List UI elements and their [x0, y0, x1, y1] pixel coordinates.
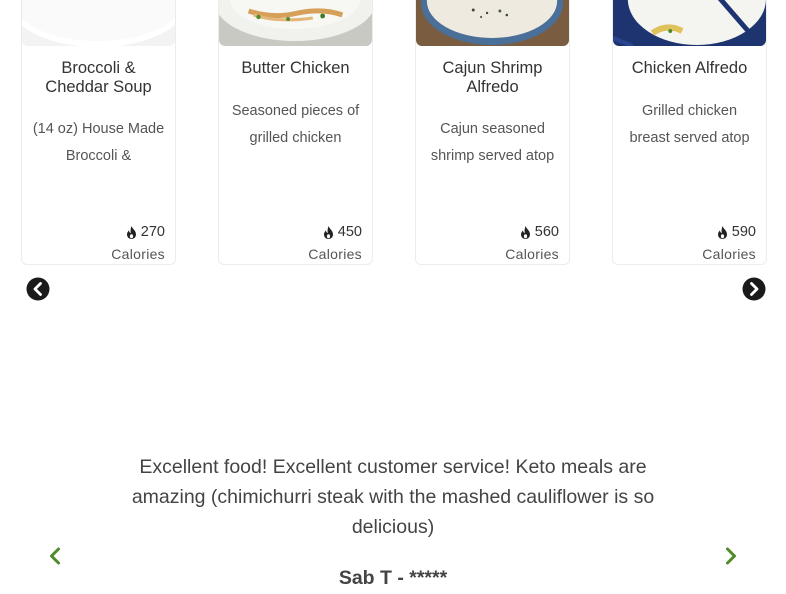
menu-item-description: (14 oz) House Made Broccoli & [32, 121, 165, 164]
calorie-value: 590 [731, 224, 756, 240]
menu-item-description: Seasoned pieces of grilled chicken [231, 103, 360, 146]
calorie-label: Calories [505, 246, 559, 262]
menu-card[interactable]: Chicken Alfredo Grilled chicken breast s… [612, 0, 767, 265]
menu-card[interactable]: Broccoli & Cheddar Soup (14 oz) House Ma… [21, 0, 176, 265]
calorie-value: 450 [337, 224, 362, 240]
calorie-count: 590 [717, 224, 756, 240]
calorie-label: Calories [111, 246, 165, 262]
calorie-count: 560 [520, 224, 559, 240]
food-image [416, 0, 569, 46]
calorie-count: 450 [323, 224, 362, 240]
flame-icon [717, 225, 727, 239]
calorie-label: Calories [308, 246, 362, 262]
menu-carousel: Broccoli & Cheddar Soup (14 oz) House Ma… [0, 0, 786, 270]
testimonial-author: Sab T - ***** [338, 567, 448, 589]
circle-chevron-right-icon [742, 277, 766, 301]
food-image [613, 0, 766, 46]
testimonial-text: Excellent food! Excellent customer servi… [131, 456, 655, 538]
menu-item-title: Cajun Shrimp Alfredo [442, 59, 543, 96]
circle-chevron-left-icon [26, 277, 50, 301]
testimonial-prev-button[interactable] [46, 544, 64, 568]
chevron-left-icon [50, 547, 60, 565]
menu-item-title: Chicken Alfredo [631, 59, 748, 77]
menu-item-description: Cajun seasoned shrimp served atop [430, 121, 555, 164]
menu-item-description: Grilled chicken breast served atop [629, 103, 750, 146]
menu-item-title: Butter Chicken [241, 59, 350, 77]
carousel-prev-button[interactable] [26, 277, 50, 301]
food-image [219, 0, 372, 46]
calorie-value: 560 [534, 224, 559, 240]
calorie-value: 270 [140, 224, 165, 240]
flame-icon [520, 225, 530, 239]
chevron-right-icon [726, 547, 736, 565]
menu-card[interactable]: Cajun Shrimp Alfredo Cajun seasoned shri… [415, 0, 570, 265]
calorie-label: Calories [702, 246, 756, 262]
calorie-count: 270 [126, 224, 165, 240]
carousel-next-button[interactable] [742, 277, 766, 301]
menu-item-title: Broccoli & Cheddar Soup [45, 59, 152, 96]
food-image [22, 0, 175, 46]
flame-icon [126, 225, 136, 239]
menu-card[interactable]: Butter Chicken Seasoned pieces of grille… [218, 0, 373, 265]
flame-icon [323, 225, 333, 239]
testimonial-next-button[interactable] [722, 544, 740, 568]
